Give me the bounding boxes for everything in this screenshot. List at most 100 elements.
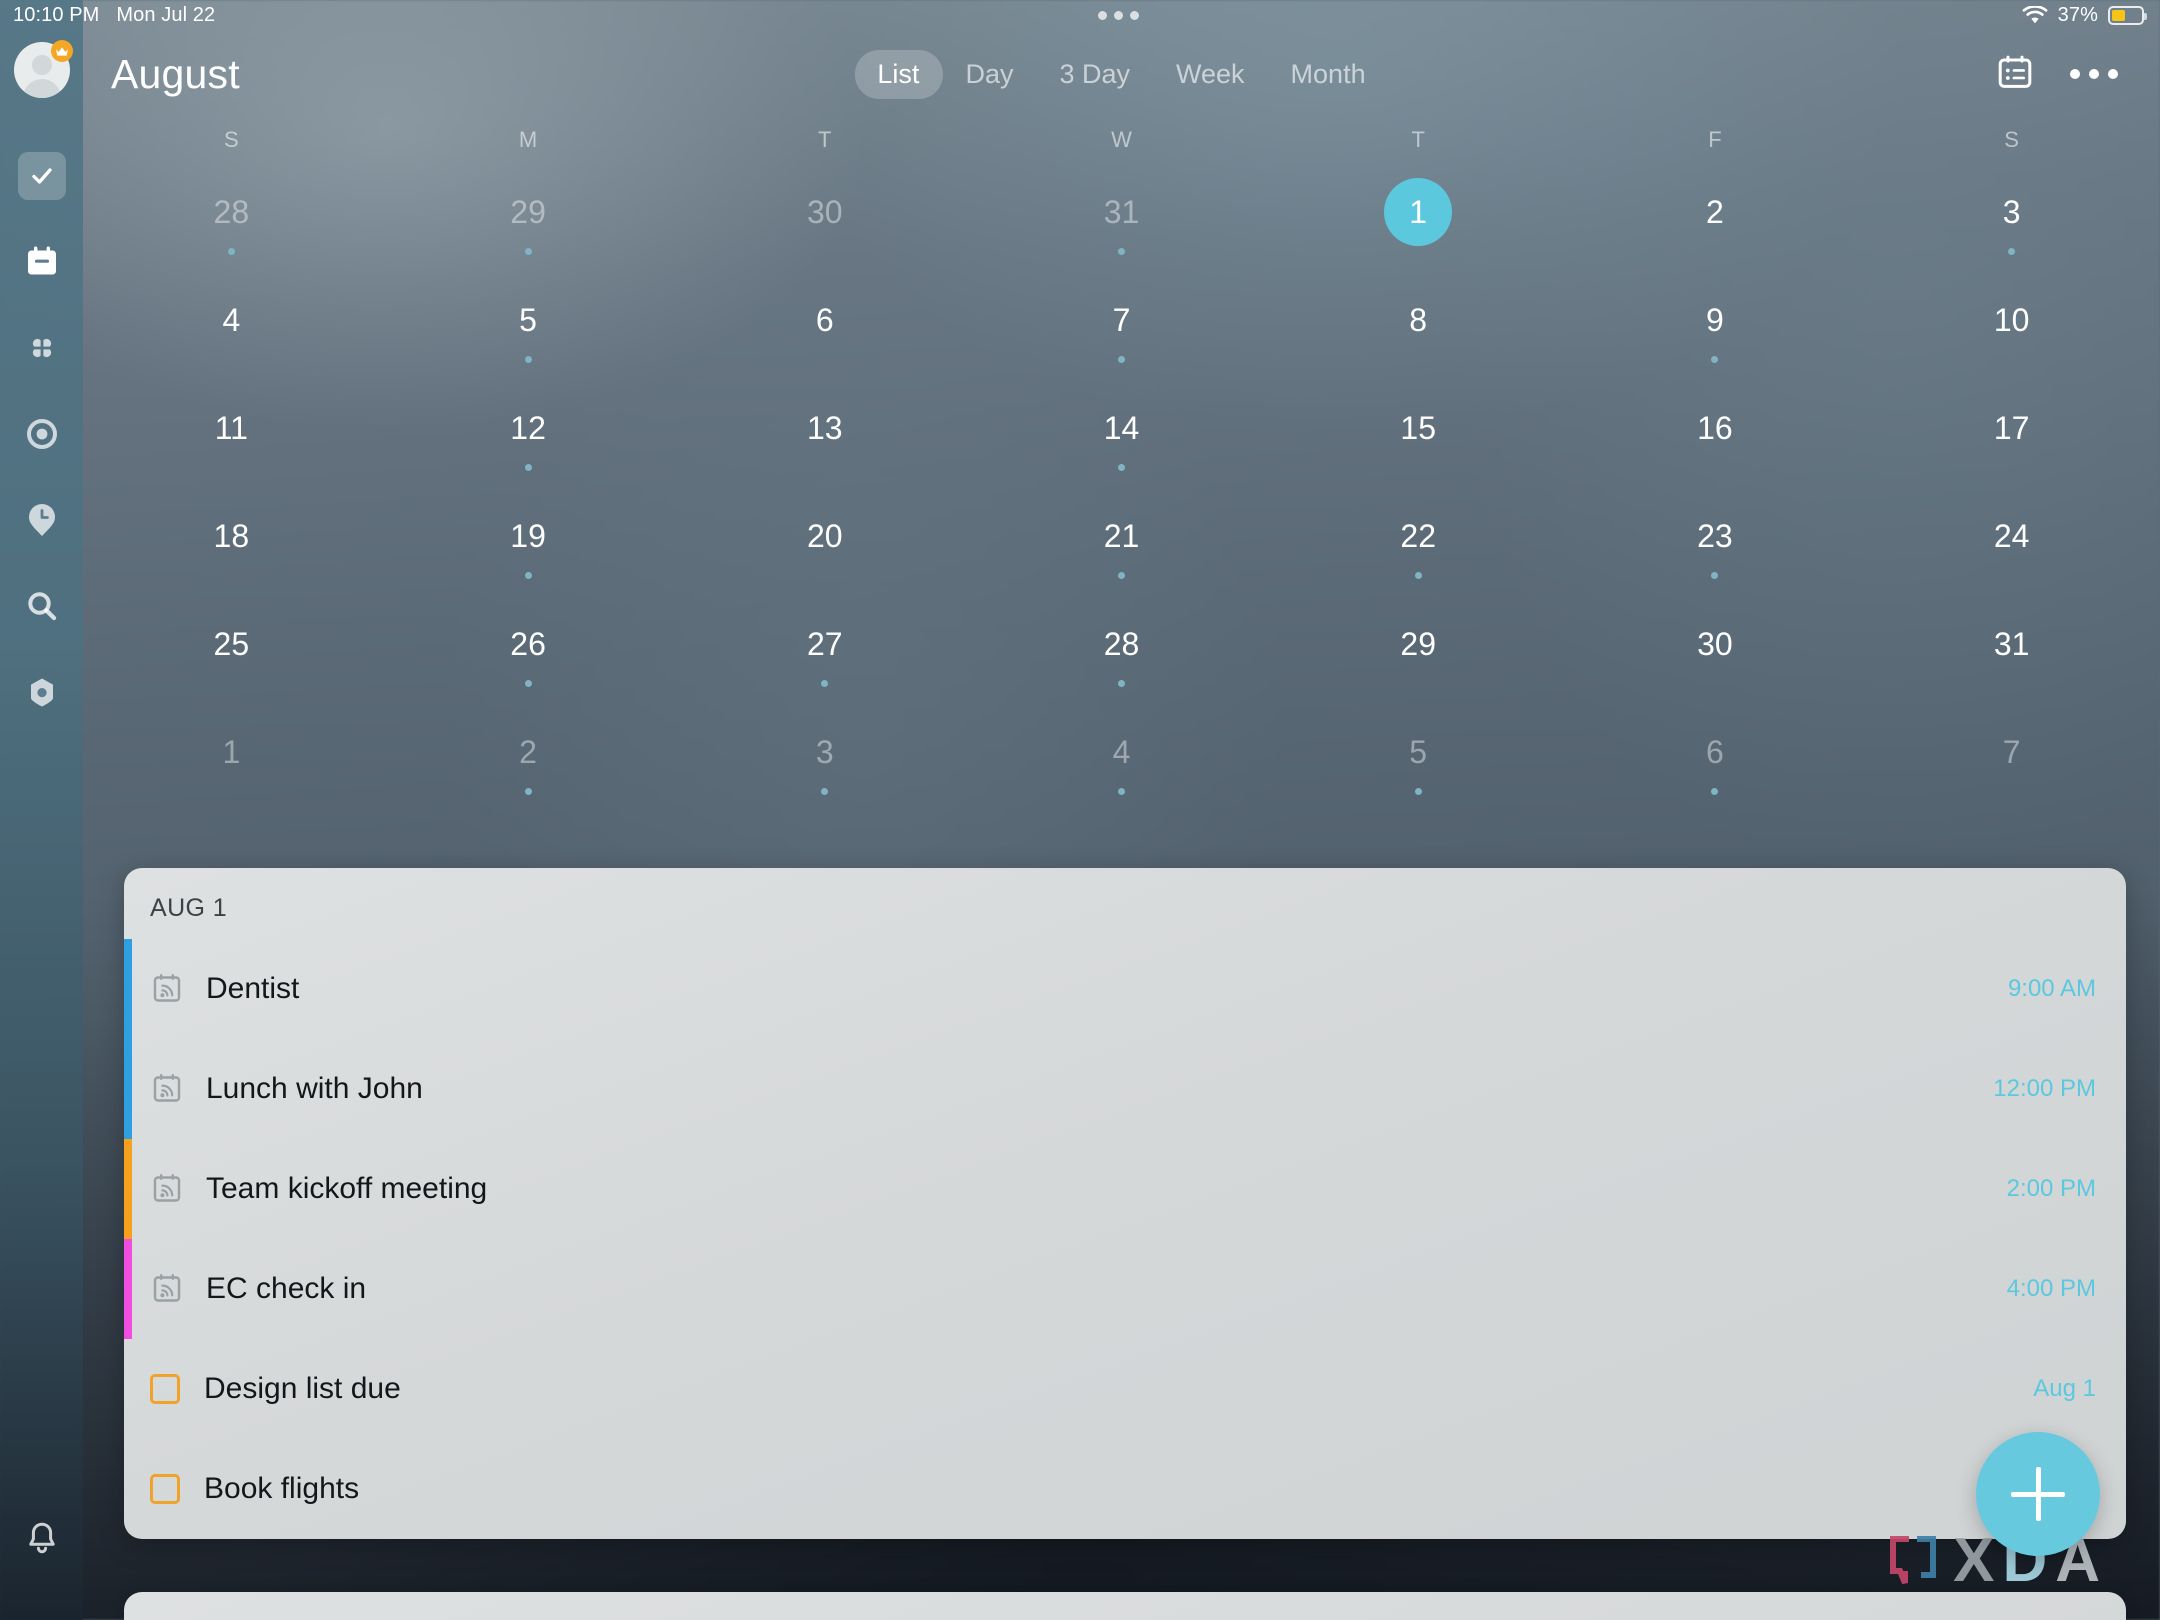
calendar-day-cell[interactable]: 1 — [1270, 166, 1567, 274]
tab-day[interactable]: Day — [942, 50, 1036, 99]
calendar-day-cell[interactable]: 28 — [83, 166, 380, 274]
calendar-day-cell[interactable]: 24 — [1863, 490, 2160, 598]
calendar-day-cell[interactable]: 11 — [83, 382, 380, 490]
event-row[interactable]: Lunch with John 12:00 PM — [124, 1039, 2126, 1139]
sidebar-item-settings[interactable] — [18, 668, 66, 716]
tab-month[interactable]: Month — [1268, 50, 1389, 99]
calendar-day-cell[interactable]: 23 — [1567, 490, 1864, 598]
event-indicator-dot — [821, 464, 828, 471]
crown-badge-icon — [50, 40, 73, 62]
calendar-day-cell[interactable]: 2 — [1567, 166, 1864, 274]
multitask-handle[interactable] — [215, 10, 2021, 20]
bell-notification-icon — [28, 1522, 55, 1554]
event-indicator-dot — [1117, 464, 1125, 471]
calendar-day-number: 18 — [213, 517, 250, 554]
calendar-day-cell[interactable]: 3 — [1863, 166, 2160, 274]
avatar[interactable] — [13, 40, 73, 98]
calendar-day-cell[interactable]: 13 — [676, 382, 973, 490]
task-checkbox-icon[interactable] — [150, 1474, 180, 1504]
tab-list[interactable]: List — [854, 49, 943, 99]
calendar-day-cell[interactable]: 1 — [83, 706, 380, 814]
agenda-list-calendar-icon[interactable] — [1996, 53, 2034, 96]
event-indicator-dot — [1415, 680, 1422, 687]
task-row[interactable]: Design list due Aug 1 — [124, 1339, 2126, 1439]
event-indicator-dot — [228, 572, 235, 579]
calendar-day-cell[interactable]: 19 — [380, 490, 677, 598]
calendar-day-number: 19 — [510, 517, 546, 554]
weekday-header-row: SMTWTFS — [83, 118, 2160, 166]
completed-section-header: Completed — [124, 1592, 2126, 1620]
calendar-day-cell[interactable]: 3 — [676, 706, 973, 814]
calendar-day-cell[interactable]: 25 — [83, 598, 380, 706]
calendar-day-cell[interactable]: 6 — [676, 274, 973, 382]
task-checkbox-icon[interactable] — [150, 1374, 180, 1404]
calendar-day-cell[interactable]: 10 — [1863, 274, 2160, 382]
event-indicator-dot — [524, 356, 532, 363]
calendar-day-cell[interactable]: 6 — [1567, 706, 1864, 814]
calendar-day-cell[interactable]: 29 — [1270, 598, 1567, 706]
calendar-day-cell[interactable]: 29 — [380, 166, 677, 274]
calendar-day-cell[interactable]: 27 — [676, 598, 973, 706]
event-indicator-dot — [1711, 680, 1718, 687]
calendar-day-cell[interactable]: 4 — [83, 274, 380, 382]
calendar-day-cell[interactable]: 12 — [380, 382, 677, 490]
event-row[interactable]: Dentist 9:00 AM — [124, 939, 2126, 1039]
calendar-day-cell[interactable]: 2 — [380, 706, 677, 814]
event-indicator-dot — [524, 572, 532, 579]
calendar-day-cell[interactable]: 20 — [676, 490, 973, 598]
calendar-day-number: 29 — [1400, 625, 1436, 662]
calendar-day-number: 4 — [1112, 733, 1131, 770]
calendar-day-cell[interactable]: 15 — [1270, 382, 1567, 490]
calendar-day-cell[interactable]: 4 — [973, 706, 1270, 814]
sidebar-item-focus[interactable] — [18, 410, 66, 458]
calendar-day-number: 1 — [222, 733, 241, 770]
event-row[interactable]: EC check in 4:00 PM — [124, 1239, 2126, 1339]
calendar-day-cell[interactable]: 22 — [1270, 490, 1567, 598]
calendar-day-cell[interactable]: 7 — [1863, 706, 2160, 814]
calendar-day-cell[interactable]: 31 — [1863, 598, 2160, 706]
calendar-day-cell[interactable]: 8 — [1270, 274, 1567, 382]
calendar-day-cell[interactable]: 18 — [83, 490, 380, 598]
calendar-day-cell[interactable]: 26 — [380, 598, 677, 706]
calendar-day-cell[interactable]: 5 — [380, 274, 677, 382]
calendar-day-cell[interactable]: 28 — [973, 598, 1270, 706]
sidebar-nav — [17, 152, 66, 716]
subscribed-calendar-icon — [150, 972, 184, 1006]
view-switcher: List Day 3 Day Week Month — [854, 49, 1389, 99]
task-title: Book flights — [204, 1472, 360, 1505]
status-bar-left: 10:10 PM Mon Jul 22 — [0, 4, 215, 27]
calendar-day-number: 31 — [1103, 193, 1140, 230]
calendar-day-cell[interactable]: 7 — [973, 274, 1270, 382]
event-indicator-dot — [228, 680, 235, 687]
calendar-day-cell[interactable]: 14 — [973, 382, 1270, 490]
sidebar-item-search[interactable] — [18, 582, 66, 630]
calendar-week-row: 18 19 20 21 22 23 24 — [83, 490, 2160, 598]
calendar-day-number: 3 — [2002, 193, 2021, 230]
sidebar-item-calendar[interactable] — [18, 238, 66, 286]
event-indicator-dot — [821, 680, 829, 687]
calendar-day-cell[interactable]: 17 — [1863, 382, 2160, 490]
calendar-day-cell[interactable]: 21 — [973, 490, 1270, 598]
event-title: Team kickoff meeting — [206, 1172, 488, 1205]
tab-3-day[interactable]: 3 Day — [1036, 50, 1153, 99]
calendar-day-cell[interactable]: 9 — [1567, 274, 1864, 382]
more-options-icon[interactable] — [2070, 69, 2118, 79]
calendar-day-cell[interactable]: 31 — [973, 166, 1270, 274]
calendar-day-cell[interactable]: 30 — [676, 166, 973, 274]
habit-clock-pin-icon — [28, 504, 55, 536]
sidebar-item-tasks[interactable] — [17, 152, 66, 200]
event-indicator-dot — [1711, 572, 1719, 579]
calendar-day-cell[interactable]: 16 — [1567, 382, 1864, 490]
watermark-bracket-icon — [1887, 1535, 1943, 1587]
calendar-day-number: 7 — [1112, 301, 1131, 338]
sidebar-item-notifications[interactable] — [25, 1521, 59, 1562]
calendar-day-cell[interactable]: 5 — [1270, 706, 1567, 814]
sidebar-item-habit[interactable] — [18, 496, 66, 544]
sidebar-item-matrix[interactable] — [18, 324, 66, 372]
add-event-fab[interactable] — [1976, 1432, 2100, 1556]
task-row[interactable]: Book flights — [124, 1439, 2126, 1539]
calendar-day-cell[interactable]: 30 — [1567, 598, 1864, 706]
event-indicator-dot — [1415, 248, 1422, 255]
event-row[interactable]: Team kickoff meeting 2:00 PM — [124, 1139, 2126, 1239]
tab-week[interactable]: Week — [1153, 50, 1268, 99]
